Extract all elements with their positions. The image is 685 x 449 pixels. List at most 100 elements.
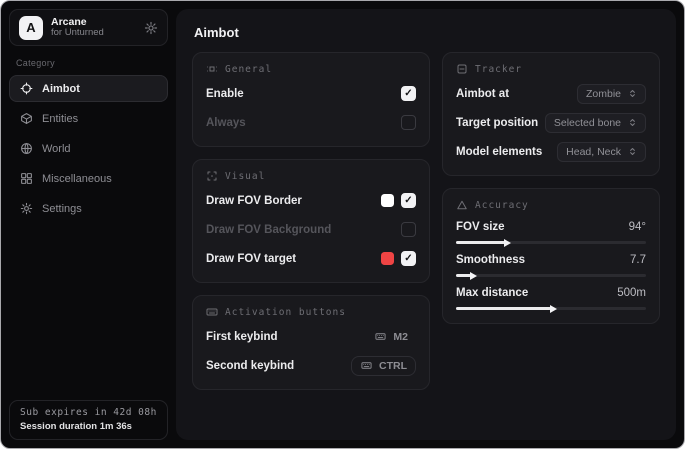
scan-icon — [456, 63, 468, 75]
fov-size-slider-row: FOV size 94° — [456, 221, 646, 244]
gear-icon[interactable] — [144, 21, 158, 35]
sidebar-item-entities[interactable]: Entities — [9, 105, 168, 132]
slider-fill — [456, 241, 505, 244]
sidebar-item-settings[interactable]: Settings — [9, 195, 168, 222]
chevrons-up-down-icon — [628, 117, 637, 128]
fov-target-checkbox[interactable] — [401, 251, 416, 266]
dropdown-value: Zombie — [586, 88, 621, 100]
smoothness-slider-row: Smoothness 7.7 — [456, 254, 646, 277]
second-keybind-button[interactable]: CTRL — [351, 356, 416, 376]
setting-row: First keybind M2 — [206, 326, 416, 347]
slider-thumb[interactable] — [550, 305, 557, 313]
card-header-label: General — [225, 64, 272, 75]
fov-size-slider[interactable] — [456, 241, 646, 244]
tracker-card-header: Tracker — [456, 63, 646, 75]
card-header-label: Visual — [225, 171, 265, 182]
visual-card-header: Visual — [206, 170, 416, 182]
setting-label: Second keybind — [206, 360, 294, 372]
model-elements-dropdown[interactable]: Head, Neck — [557, 142, 646, 162]
keybind-value: M2 — [393, 331, 408, 343]
setting-label: Draw FOV Border — [206, 195, 302, 207]
brand-text: Arcane for Unturned — [51, 16, 136, 39]
max-distance-slider[interactable] — [456, 307, 646, 310]
category-label: Category — [16, 58, 168, 68]
setting-row: Model elements Head, Neck — [456, 141, 646, 162]
settings-gear-icon — [20, 202, 33, 215]
dashed-square-icon — [206, 170, 218, 182]
slider-fill — [456, 307, 551, 310]
left-column: General Enable Always Visual — [192, 52, 430, 390]
setting-label: Draw FOV target — [206, 253, 296, 265]
setting-label: Smoothness — [456, 254, 525, 266]
globe-icon — [20, 142, 33, 155]
target-position-dropdown[interactable]: Selected bone — [545, 113, 646, 133]
grid-icon — [20, 172, 33, 185]
setting-row: Draw FOV target — [206, 248, 416, 269]
sidebar-item-label: Miscellaneous — [42, 173, 112, 185]
slider-fill — [456, 274, 471, 277]
setting-row: Second keybind CTRL — [206, 355, 416, 376]
brand-subtitle: for Unturned — [51, 28, 136, 39]
enable-checkbox[interactable] — [401, 86, 416, 101]
dropdown-value: Head, Neck — [566, 146, 621, 158]
slider-thumb[interactable] — [470, 272, 477, 280]
fov-border-color-swatch[interactable] — [381, 194, 394, 207]
sidebar-item-label: Aimbot — [42, 83, 80, 95]
fov-target-color-swatch[interactable] — [381, 252, 394, 265]
fov-background-checkbox[interactable] — [401, 222, 416, 237]
small-grid-icon — [206, 63, 218, 75]
setting-row: Draw FOV Background — [206, 219, 416, 240]
sidebar-item-aimbot[interactable]: Aimbot — [9, 75, 168, 102]
general-card-header: General — [206, 63, 416, 75]
page-title: Aimbot — [194, 25, 660, 40]
content-columns: General Enable Always Visual — [192, 52, 660, 390]
setting-row: Aimbot at Zombie — [456, 83, 646, 104]
sidebar: A Arcane for Unturned Category Aimbot En… — [1, 1, 176, 448]
always-checkbox[interactable] — [401, 115, 416, 130]
sidebar-item-label: Settings — [42, 203, 82, 215]
session-duration-text: Session duration 1m 36s — [20, 421, 157, 432]
setting-label: First keybind — [206, 331, 278, 343]
smoothness-slider[interactable] — [456, 274, 646, 277]
sidebar-nav: Aimbot Entities World Miscellaneous Sett… — [9, 75, 168, 222]
slider-value: 7.7 — [630, 254, 646, 266]
crosshair-icon — [20, 82, 33, 95]
first-keybind-button[interactable]: M2 — [366, 328, 416, 346]
setting-label: Target position — [456, 117, 538, 129]
sidebar-item-world[interactable]: World — [9, 135, 168, 162]
sidebar-item-label: World — [42, 143, 71, 155]
accuracy-card-header: Accuracy — [456, 199, 646, 211]
slider-thumb[interactable] — [504, 239, 511, 247]
dropdown-value: Selected bone — [554, 117, 621, 129]
aimbot-at-dropdown[interactable]: Zombie — [577, 84, 646, 104]
main-panel: Aimbot General Enable Always — [176, 9, 676, 440]
tracker-card: Tracker Aimbot at Zombie Target position… — [442, 52, 660, 176]
setting-label: Draw FOV Background — [206, 224, 331, 236]
brand-card: A Arcane for Unturned — [9, 9, 168, 46]
visual-card: Visual Draw FOV Border Draw FOV Backgrou… — [192, 159, 430, 283]
card-header-label: Tracker — [475, 64, 522, 75]
setting-row: Always — [206, 112, 416, 133]
row-controls — [381, 193, 416, 208]
keyboard-icon — [374, 331, 387, 342]
setting-label: Max distance — [456, 287, 528, 299]
sidebar-item-label: Entities — [42, 113, 78, 125]
keyboard-icon — [360, 360, 373, 371]
fov-border-checkbox[interactable] — [401, 193, 416, 208]
sidebar-item-miscellaneous[interactable]: Miscellaneous — [9, 165, 168, 192]
keybind-value: CTRL — [379, 360, 407, 372]
package-icon — [20, 112, 33, 125]
card-header-label: Accuracy — [475, 200, 529, 211]
card-header-label: Activation buttons — [225, 307, 346, 318]
chevrons-up-down-icon — [628, 146, 637, 157]
setting-label: Enable — [206, 88, 244, 100]
sub-expiry-text: Sub expires in 42d 08h — [20, 407, 157, 418]
activation-card: Activation buttons First keybind M2 Seco… — [192, 295, 430, 390]
activation-card-header: Activation buttons — [206, 306, 416, 318]
triangle-icon — [456, 199, 468, 211]
brand-logo: A — [19, 16, 43, 40]
setting-label: Model elements — [456, 146, 542, 158]
slider-value: 94° — [629, 221, 646, 233]
setting-row: Enable — [206, 83, 416, 104]
setting-row: Target position Selected bone — [456, 112, 646, 133]
